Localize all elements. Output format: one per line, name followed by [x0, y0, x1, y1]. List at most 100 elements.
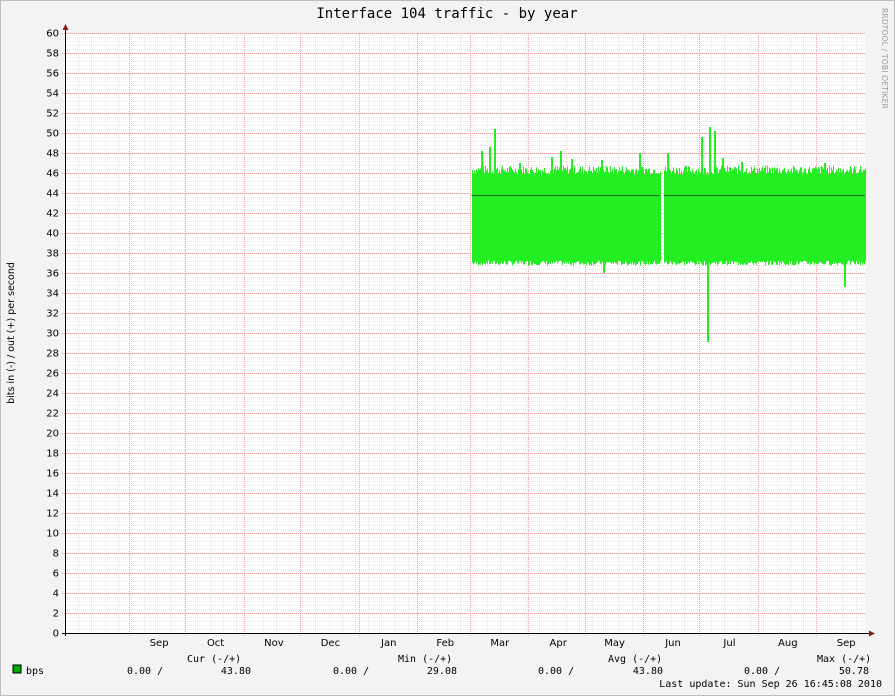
x-tick-label: Apr: [550, 638, 568, 649]
traffic-bar: [834, 173, 835, 264]
traffic-spike: [494, 129, 496, 183]
traffic-bar: [594, 169, 595, 265]
traffic-bar: [686, 166, 687, 265]
traffic-bar: [760, 171, 761, 263]
traffic-bar: [631, 169, 632, 265]
traffic-bar: [612, 169, 613, 263]
y-tick-label: 8: [53, 549, 59, 560]
traffic-bar: [832, 170, 833, 265]
traffic-bar: [485, 165, 486, 265]
traffic-bar: [835, 171, 836, 263]
traffic-bar: [517, 174, 518, 264]
traffic-bar: [829, 165, 830, 265]
traffic-bar: [718, 173, 719, 264]
traffic-bar: [636, 168, 637, 266]
traffic-bar: [751, 166, 752, 261]
traffic-bar: [710, 169, 711, 265]
traffic-bar: [692, 169, 693, 263]
traffic-bar: [536, 167, 537, 265]
traffic-bar: [640, 172, 641, 266]
traffic-bar: [593, 166, 594, 266]
x-tick-label: Jan: [380, 638, 396, 649]
traffic-bar: [518, 169, 519, 264]
traffic-spike: [741, 162, 743, 183]
traffic-bar: [712, 173, 713, 264]
traffic-bar: [745, 171, 746, 265]
legend-min-in: 0.00 /: [333, 666, 369, 677]
traffic-bar: [779, 168, 780, 266]
y-tick-label: 28: [46, 349, 59, 360]
legend-avg-in: 0.00 /: [538, 666, 574, 677]
y-tick-label: 32: [46, 309, 59, 320]
traffic-bar: [737, 174, 738, 262]
traffic-bar: [780, 172, 781, 263]
traffic-bar: [770, 168, 771, 261]
traffic-bar: [782, 170, 783, 261]
traffic-bar: [507, 167, 508, 265]
traffic-bar: [490, 169, 491, 264]
traffic-spike: [824, 163, 826, 183]
traffic-bar: [615, 169, 616, 263]
legend-swatch: [12, 664, 22, 674]
traffic-bar: [495, 170, 496, 265]
y-tick-label: 50: [46, 129, 59, 140]
traffic-bar: [591, 170, 592, 266]
traffic-bar: [843, 168, 844, 265]
y-tick-label: 14: [46, 489, 59, 500]
traffic-spike: [489, 147, 491, 183]
traffic-bar: [700, 172, 701, 262]
y-tick-label: 38: [46, 249, 59, 260]
legend-max-in: 0.00 /: [744, 666, 780, 677]
traffic-bar: [592, 173, 593, 262]
traffic-bar: [804, 168, 805, 261]
traffic-spike: [667, 153, 669, 183]
traffic-bar: [674, 172, 675, 262]
traffic-bar: [680, 174, 681, 264]
y-tick-label: 20: [46, 429, 59, 440]
traffic-bar: [691, 172, 692, 262]
traffic-bar: [695, 171, 696, 266]
traffic-bar: [810, 171, 811, 265]
last-update: Last update: Sun Sep 26 16:45:08 2010: [659, 679, 882, 690]
traffic-spike: [701, 137, 703, 183]
traffic-bar: [523, 166, 524, 265]
traffic-bar: [652, 173, 653, 265]
traffic-bar: [823, 168, 824, 265]
traffic-bar: [753, 168, 754, 265]
y-tick-label: 2: [53, 609, 59, 620]
traffic-bar: [801, 167, 802, 263]
traffic-bar: [777, 167, 778, 265]
traffic-bar: [562, 170, 563, 266]
traffic-bar: [513, 171, 514, 264]
traffic-bar: [825, 170, 826, 264]
traffic-bar: [838, 167, 839, 264]
traffic-bar: [583, 173, 584, 265]
traffic-bar: [589, 166, 590, 265]
traffic-bar: [697, 174, 698, 261]
traffic-bar: [543, 171, 544, 261]
traffic-bar: [633, 170, 634, 266]
traffic-bar: [566, 169, 567, 264]
traffic-bar: [587, 173, 588, 262]
traffic-bar: [727, 165, 728, 266]
y-tick-label: 60: [46, 29, 59, 40]
traffic-bar: [800, 167, 801, 262]
traffic-bar: [625, 171, 626, 261]
traffic-bar: [521, 169, 522, 264]
x-tick-label: Feb: [436, 638, 454, 649]
traffic-bar: [803, 172, 804, 261]
y-tick-label: 16: [46, 469, 59, 480]
traffic-bar: [641, 166, 642, 261]
traffic-bar: [600, 167, 601, 264]
traffic-bar: [579, 169, 580, 264]
traffic-bar: [535, 172, 536, 265]
x-tick-label: May: [604, 638, 625, 649]
traffic-bar: [666, 171, 667, 262]
traffic-bar: [617, 173, 618, 265]
traffic-bar: [557, 166, 558, 264]
y-tick-label: 10: [46, 529, 59, 540]
traffic-bar: [734, 167, 735, 262]
traffic-bar: [477, 171, 478, 262]
traffic-bar: [709, 172, 710, 263]
traffic-bar: [736, 168, 737, 263]
